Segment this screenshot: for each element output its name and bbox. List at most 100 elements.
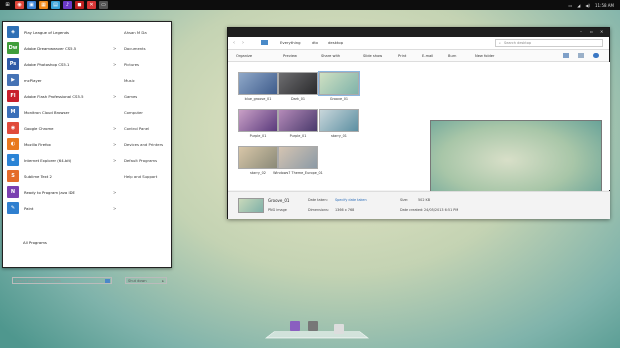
chevron-right-icon[interactable]: > (113, 142, 116, 147)
command-slide-show[interactable]: Slide show (363, 54, 382, 58)
program-label: Adobe Photoshop CS5.1 (24, 61, 70, 67)
app-taskbar-icon[interactable]: ▭ (99, 1, 108, 9)
preview-pane-icon[interactable] (578, 53, 584, 58)
file-thumbnail[interactable] (278, 109, 318, 132)
start-program-item[interactable]: N Ready to Program Java IDE > (3, 184, 118, 200)
program-icon: ◐ (7, 138, 19, 150)
help-icon[interactable] (593, 53, 599, 58)
chevron-right-icon[interactable]: ▸ (162, 279, 164, 283)
start-link[interactable]: Control Panel (124, 120, 174, 136)
chevron-right-icon[interactable]: > (113, 126, 116, 131)
all-programs-link[interactable]: All Programs (23, 240, 47, 245)
program-label: Monitron Cloud Browser (24, 109, 70, 115)
folder-dock-icon[interactable] (334, 324, 344, 334)
start-link[interactable]: Computer (124, 104, 174, 120)
file-label[interactable]: Windows7 Theme_Europe_01 (268, 171, 328, 175)
details-thumbnail (238, 198, 264, 213)
file-thumbnail[interactable] (319, 109, 359, 132)
explorer-taskbar-icon[interactable]: ▤ (51, 1, 60, 9)
chevron-right-icon[interactable]: > (113, 158, 116, 163)
command-new-folder[interactable]: New folder (475, 54, 494, 58)
start-link[interactable]: Pictures (124, 56, 174, 72)
trash-dock-icon[interactable] (308, 321, 318, 331)
shutdown-button[interactable]: Shut down ▸ (125, 277, 167, 284)
photos-dock-icon[interactable] (290, 321, 300, 331)
system-tray: ▭ ◢ ◀) 11:58 AM (569, 0, 615, 10)
breadcrumb-dtx[interactable]: dtx (312, 40, 318, 45)
dock (264, 319, 370, 339)
start-program-item[interactable]: S Sublime Text 2 (3, 168, 118, 184)
date-taken-value[interactable]: Specify date taken (335, 198, 367, 202)
program-label: Mozilla Firefox (24, 141, 51, 147)
file-label[interactable]: Groove_01 (309, 97, 369, 101)
start-button-icon[interactable]: ⊞ (3, 1, 12, 9)
start-program-item[interactable]: M Monitron Cloud Browser (3, 104, 118, 120)
red-app-taskbar-icon[interactable]: ◼ (75, 1, 84, 9)
start-program-item[interactable]: Fl Adobe Flash Professional CS5.5 > (3, 88, 118, 104)
file-thumbnail[interactable] (278, 146, 318, 169)
chrome-taskbar-icon[interactable]: ◉ (15, 1, 24, 9)
volume-icon[interactable]: ◀) (585, 3, 590, 8)
command-e-mail[interactable]: E-mail (422, 54, 433, 58)
command-share-with[interactable]: Share with (321, 54, 340, 58)
chevron-right-icon[interactable]: > (113, 206, 116, 211)
command-print[interactable]: Print (398, 54, 406, 58)
start-right-links: Ahsan M Da Documents Pictures Music Games Com… (124, 22, 174, 184)
command-organize[interactable]: Organize (236, 54, 252, 58)
window-titlebar[interactable]: – ▫ ✕ (228, 28, 609, 37)
file-thumbnail[interactable] (238, 72, 278, 95)
start-link[interactable]: Default Programs (124, 152, 174, 168)
file-thumbnail[interactable] (238, 146, 278, 169)
explorer-search-input[interactable]: ⌕ Search desktop (495, 39, 603, 47)
start-link[interactable]: Music (124, 72, 174, 88)
start-menu: ◈ Play League of Legends Dw Adobe Dreamweav… (2, 21, 174, 284)
forward-icon[interactable]: › (242, 40, 244, 46)
maximize-icon[interactable]: ▫ (590, 30, 594, 34)
close-app-taskbar-icon[interactable]: ✕ (87, 1, 96, 9)
clock[interactable]: 11:58 AM (595, 3, 614, 8)
file-pane: blue_groove_01 Dark_01 Groove_01 Purple_01 P… (228, 62, 610, 209)
program-icon: S (7, 170, 19, 182)
network-icon[interactable]: ◢ (577, 3, 580, 8)
start-link[interactable]: Devices and Printers (124, 136, 174, 152)
file-thumbnail[interactable] (238, 109, 278, 132)
back-icon[interactable]: ‹ (233, 40, 235, 46)
search-icon[interactable] (105, 279, 110, 283)
chevron-right-icon[interactable]: > (113, 94, 116, 99)
explorer-search-icon: ⌕ (499, 41, 501, 45)
view-icon[interactable] (563, 53, 569, 58)
action-center-icon[interactable]: ▭ (569, 3, 573, 8)
start-program-item[interactable]: ✎ Paint > (3, 200, 118, 216)
close-icon[interactable]: ✕ (600, 30, 604, 34)
start-link[interactable]: Documents (124, 40, 174, 56)
command-burn[interactable]: Burn (448, 54, 456, 58)
start-program-item[interactable]: ▶ mcPlayer (3, 72, 118, 88)
breadcrumb-desktop[interactable]: desktop (328, 40, 343, 45)
program-icon: M (7, 106, 19, 118)
chevron-right-icon[interactable]: > (113, 190, 116, 195)
start-program-item[interactable]: ◉ Google Chrome > (3, 120, 118, 136)
start-program-item[interactable]: Dw Adobe Dreamweaver CS5.5 > (3, 40, 118, 56)
start-program-item[interactable]: Ps Adobe Photoshop CS5.1 > (3, 56, 118, 72)
breadcrumb-everything[interactable]: Everything (280, 40, 301, 45)
start-program-item[interactable]: ◈ Play League of Legends (3, 24, 118, 40)
command-preview[interactable]: Preview (283, 54, 297, 58)
start-link[interactable]: Help and Support (124, 168, 174, 184)
start-link[interactable]: Games (124, 88, 174, 104)
start-search-input[interactable]: Search programs and files (12, 277, 112, 284)
program-label: Adobe Dreamweaver CS5.5 (24, 45, 77, 51)
calendar-taskbar-icon[interactable]: ▦ (39, 1, 48, 9)
start-program-item[interactable]: e Internet Explorer (64-bit) > (3, 152, 118, 168)
file-label[interactable]: starry_01 (309, 134, 369, 138)
photos-taskbar-icon[interactable]: ▣ (27, 1, 36, 9)
minimize-icon[interactable]: – (580, 30, 584, 34)
dimensions-value: 1366 x 768 (335, 208, 355, 212)
chevron-right-icon[interactable]: > (113, 46, 116, 51)
file-thumbnail[interactable] (278, 72, 318, 95)
chevron-right-icon[interactable]: > (113, 62, 116, 67)
start-link[interactable]: Ahsan M Da (124, 24, 174, 40)
music-taskbar-icon[interactable]: ♪ (63, 1, 72, 9)
file-thumbnail[interactable] (318, 71, 360, 96)
shutdown-label: Shut down (128, 278, 147, 283)
start-program-item[interactable]: ◐ Mozilla Firefox > (3, 136, 118, 152)
